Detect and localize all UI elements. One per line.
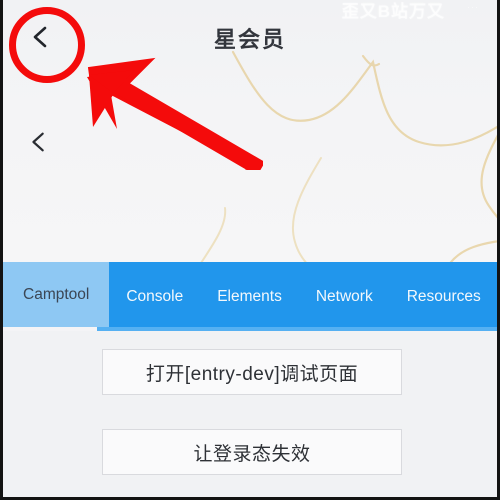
back-button[interactable] — [28, 24, 54, 50]
tab-label: Elements — [217, 287, 282, 305]
star-outline-decoration-secondary-icon — [200, 157, 322, 262]
screenshot-root: 歪又B站万又 ··· 星会员 Camptool Console Elements… — [0, 0, 500, 500]
watermark-text: 歪又B站万又 — [341, 2, 445, 21]
pointer-arrow — [73, 55, 263, 170]
watermark-dots: ··· — [467, 2, 479, 12]
devtools-tab-bar[interactable]: Camptool Console Elements Network Resour… — [3, 262, 497, 331]
app-webview: 歪又B站万又 ··· 星会员 — [3, 0, 497, 262]
tab-elements[interactable]: Elements — [200, 262, 299, 331]
tab-network[interactable]: Network — [299, 262, 390, 331]
star-outline-decoration-icon — [231, 50, 497, 262]
chevron-left-icon — [32, 132, 44, 152]
invalidate-login-button[interactable]: 让登录态失效 — [102, 429, 402, 475]
tab-label: Resources — [406, 287, 481, 305]
secondary-back-button[interactable] — [27, 130, 51, 154]
tab-camptool[interactable]: Camptool — [3, 262, 110, 331]
tab-resources[interactable]: Resources — [390, 262, 497, 331]
tab-label: Network — [315, 287, 373, 305]
devtools-panel: 打开[entry-dev]调试页面 让登录态失效 — [3, 331, 497, 497]
button-label: 让登录态失效 — [193, 443, 311, 465]
tab-label: Camptool — [23, 285, 90, 303]
tab-console[interactable]: Console — [109, 262, 200, 331]
open-debug-page-button[interactable]: 打开[entry-dev]调试页面 — [102, 349, 402, 395]
page-title: 星会员 — [213, 27, 286, 52]
chevron-left-icon — [33, 26, 47, 48]
button-label: 打开[entry-dev]调试页面 — [145, 363, 359, 385]
tab-label: Console — [126, 287, 184, 305]
